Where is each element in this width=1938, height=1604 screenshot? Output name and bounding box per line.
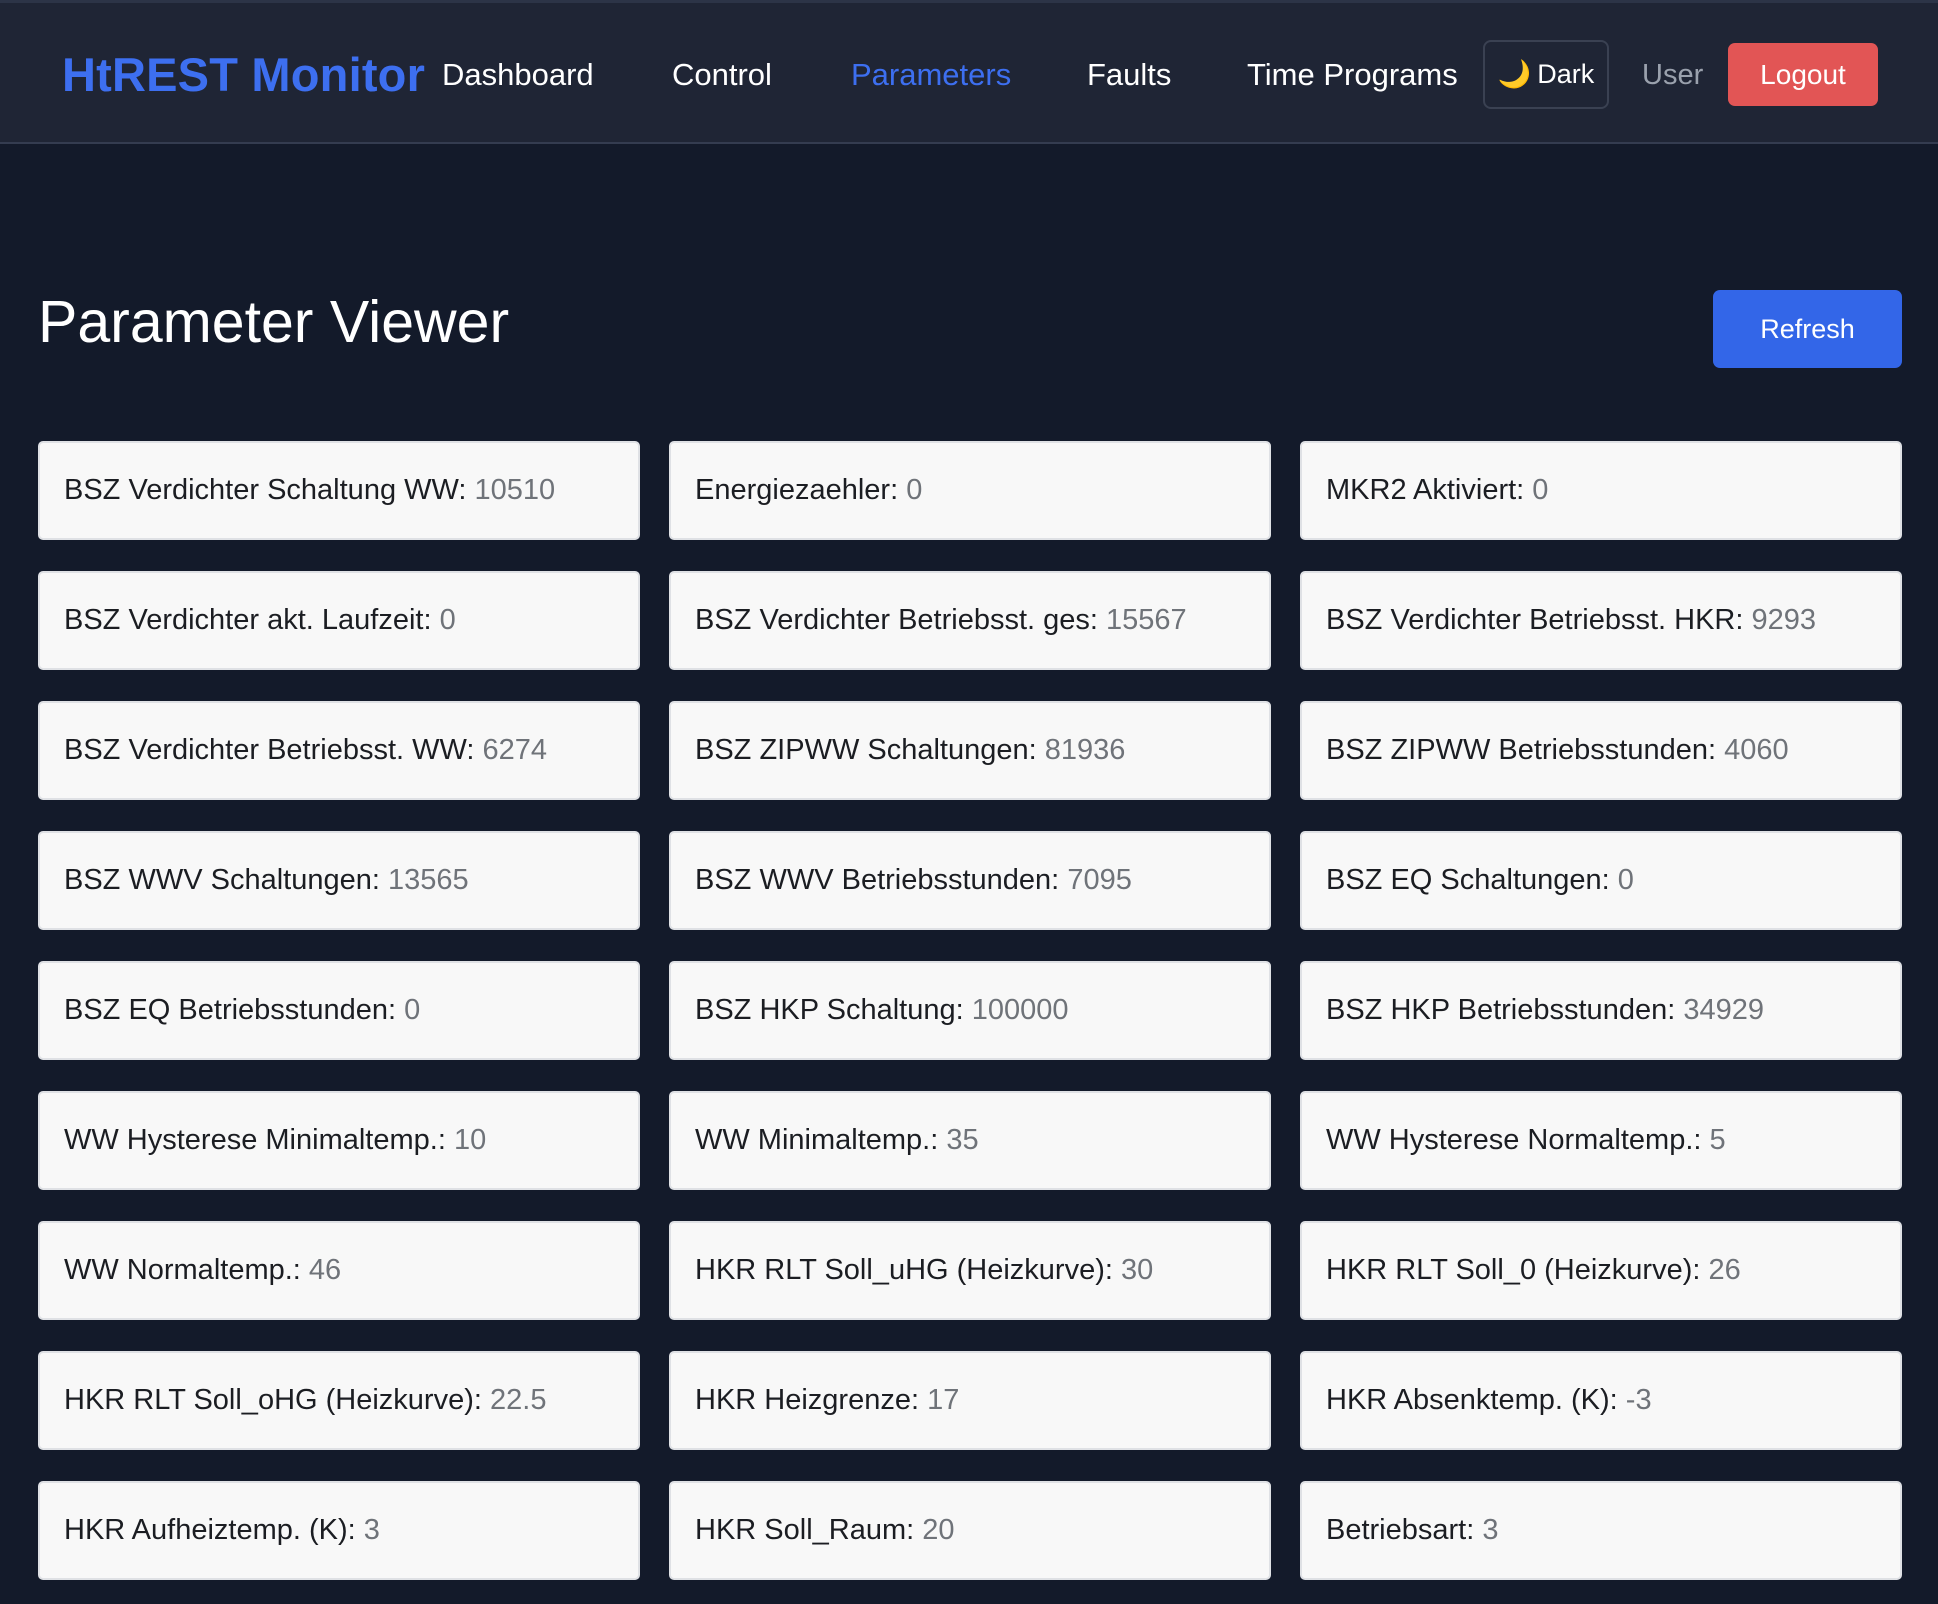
parameter-card: BSZ Verdichter Schaltung WW: 10510: [38, 441, 640, 540]
parameter-name: Betriebsart:: [1326, 1514, 1475, 1546]
parameter-value: 34929: [1683, 994, 1764, 1026]
parameter-card: Energiezaehler: 0: [669, 441, 1271, 540]
parameter-card: BSZ Verdichter Betriebsst. ges: 15567: [669, 571, 1271, 670]
parameter-name: WW Normaltemp.:: [64, 1254, 301, 1286]
parameter-value: -3: [1625, 1384, 1652, 1416]
parameter-card: WW Hysterese Minimaltemp.: 10: [38, 1091, 640, 1190]
parameter-card: HKR RLT Soll_0 (Heizkurve): 26: [1300, 1221, 1902, 1320]
parameter-name: BSZ Verdichter Betriebsst. HKR:: [1326, 604, 1744, 636]
parameter-name: WW Minimaltemp.:: [695, 1124, 939, 1156]
logout-button[interactable]: Logout: [1728, 43, 1878, 106]
parameter-name: HKR Soll_Raum:: [695, 1514, 915, 1546]
parameter-card: HKR RLT Soll_oHG (Heizkurve): 22.5: [38, 1351, 640, 1450]
parameter-name: HKR Heizgrenze:: [695, 1384, 920, 1416]
parameter-value: 0: [1617, 864, 1634, 896]
parameter-value: 20: [922, 1514, 955, 1546]
parameter-card: BSZ Verdichter akt. Laufzeit: 0: [38, 571, 640, 670]
parameter-name: BSZ WWV Schaltungen:: [64, 864, 380, 896]
parameter-value: 3: [1482, 1514, 1499, 1546]
user-label: User: [1642, 59, 1704, 91]
parameter-name: Energiezaehler:: [695, 474, 899, 506]
parameter-card: MKR2 Aktiviert: 0: [1300, 441, 1902, 540]
parameter-name: BSZ EQ Betriebsstunden:: [64, 994, 397, 1026]
parameter-card: WW Hysterese Normaltemp.: 5: [1300, 1091, 1902, 1190]
parameter-name: WW Hysterese Minimaltemp.:: [64, 1124, 446, 1156]
top-navbar: HtREST Monitor Dashboard Control Paramet…: [0, 0, 1938, 144]
parameter-card: HKR Soll_Raum: 20: [669, 1481, 1271, 1580]
parameter-name: BSZ ZIPWW Betriebsstunden:: [1326, 734, 1717, 766]
parameter-card: BSZ WWV Schaltungen: 13565: [38, 831, 640, 930]
parameter-value: 26: [1708, 1254, 1741, 1286]
parameter-value: 100000: [971, 994, 1069, 1026]
parameter-value: 81936: [1044, 734, 1126, 766]
parameter-card: HKR Heizgrenze: 17: [669, 1351, 1271, 1450]
parameter-card: BSZ ZIPWW Betriebsstunden: 4060: [1300, 701, 1902, 800]
parameter-value: 0: [1532, 474, 1549, 506]
parameter-name: BSZ HKP Betriebsstunden:: [1326, 994, 1676, 1026]
parameter-card: HKR Absenktemp. (K): -3: [1300, 1351, 1902, 1450]
nav-link-control[interactable]: Control: [672, 57, 772, 93]
parameter-name: MKR2 Aktiviert:: [1326, 474, 1525, 506]
nav-link-parameters[interactable]: Parameters: [851, 57, 1011, 93]
parameter-value: 7095: [1067, 864, 1132, 896]
parameter-card: BSZ EQ Betriebsstunden: 0: [38, 961, 640, 1060]
parameter-name: BSZ EQ Schaltungen:: [1326, 864, 1610, 896]
moon-icon: 🌙: [1497, 59, 1532, 89]
parameter-value: 10510: [474, 474, 556, 506]
nav-link-faults[interactable]: Faults: [1087, 57, 1171, 93]
parameter-card: WW Normaltemp.: 46: [38, 1221, 640, 1320]
parameter-card: WW Minimaltemp.: 35: [669, 1091, 1271, 1190]
parameter-value: 22.5: [490, 1384, 547, 1416]
parameter-name: BSZ Verdichter akt. Laufzeit:: [64, 604, 432, 636]
theme-toggle-button[interactable]: 🌙 Dark: [1483, 40, 1609, 109]
parameter-value: 4060: [1724, 734, 1789, 766]
parameter-card: BSZ EQ Schaltungen: 0: [1300, 831, 1902, 930]
parameter-value: 0: [439, 604, 456, 636]
parameter-value: 5: [1709, 1124, 1726, 1156]
refresh-button[interactable]: Refresh: [1713, 290, 1902, 368]
parameter-value: 3: [363, 1514, 380, 1546]
parameter-grid: BSZ Verdichter Schaltung WW: 10510 Energi…: [38, 441, 1902, 1580]
parameter-card: BSZ WWV Betriebsstunden: 7095: [669, 831, 1271, 930]
parameter-card: BSZ Verdichter Betriebsst. HKR: 9293: [1300, 571, 1902, 670]
parameter-card: Betriebsart: 3: [1300, 1481, 1902, 1580]
parameter-value: 9293: [1751, 604, 1817, 636]
parameter-value: 15567: [1106, 604, 1187, 636]
parameter-value: 46: [308, 1254, 342, 1286]
parameter-name: HKR Aufheiztemp. (K):: [64, 1514, 356, 1546]
parameter-card: HKR Aufheiztemp. (K): 3: [38, 1481, 640, 1580]
parameter-value: 13565: [387, 864, 469, 896]
parameter-name: BSZ HKP Schaltung:: [695, 994, 964, 1026]
parameter-name: BSZ Verdichter Betriebsst. WW:: [64, 734, 475, 766]
parameter-name: BSZ Verdichter Betriebsst. ges:: [695, 604, 1098, 636]
parameter-name: WW Hysterese Normaltemp.:: [1326, 1124, 1702, 1156]
parameter-value: 30: [1121, 1254, 1154, 1286]
page-title: Parameter Viewer: [38, 289, 510, 355]
parameter-value: 0: [404, 994, 421, 1026]
parameter-name: HKR RLT Soll_0 (Heizkurve):: [1326, 1254, 1701, 1286]
parameter-name: HKR RLT Soll_oHG (Heizkurve):: [64, 1384, 482, 1416]
parameter-card: BSZ HKP Betriebsstunden: 34929: [1300, 961, 1902, 1060]
parameter-card: HKR RLT Soll_uHG (Heizkurve): 30: [669, 1221, 1271, 1320]
brand-logo[interactable]: HtREST Monitor: [62, 47, 425, 102]
nav-link-dashboard[interactable]: Dashboard: [442, 57, 594, 93]
parameter-name: HKR RLT Soll_uHG (Heizkurve):: [695, 1254, 1113, 1286]
theme-toggle-label: Dark: [1537, 59, 1595, 89]
parameter-value: 0: [906, 474, 923, 506]
parameter-value: 6274: [482, 734, 547, 766]
parameter-card: BSZ HKP Schaltung: 100000: [669, 961, 1271, 1060]
parameter-card: BSZ Verdichter Betriebsst. WW: 6274: [38, 701, 640, 800]
parameter-card: BSZ ZIPWW Schaltungen: 81936: [669, 701, 1271, 800]
nav-link-time-programs[interactable]: Time Programs: [1247, 57, 1458, 93]
parameter-name: BSZ WWV Betriebsstunden:: [695, 864, 1060, 896]
parameter-value: 10: [453, 1124, 487, 1156]
parameter-value: 17: [927, 1384, 960, 1416]
parameter-name: BSZ Verdichter Schaltung WW:: [64, 474, 467, 506]
parameter-name: HKR Absenktemp. (K):: [1326, 1384, 1618, 1416]
parameter-value: 35: [946, 1124, 979, 1156]
parameter-name: BSZ ZIPWW Schaltungen:: [695, 734, 1037, 766]
